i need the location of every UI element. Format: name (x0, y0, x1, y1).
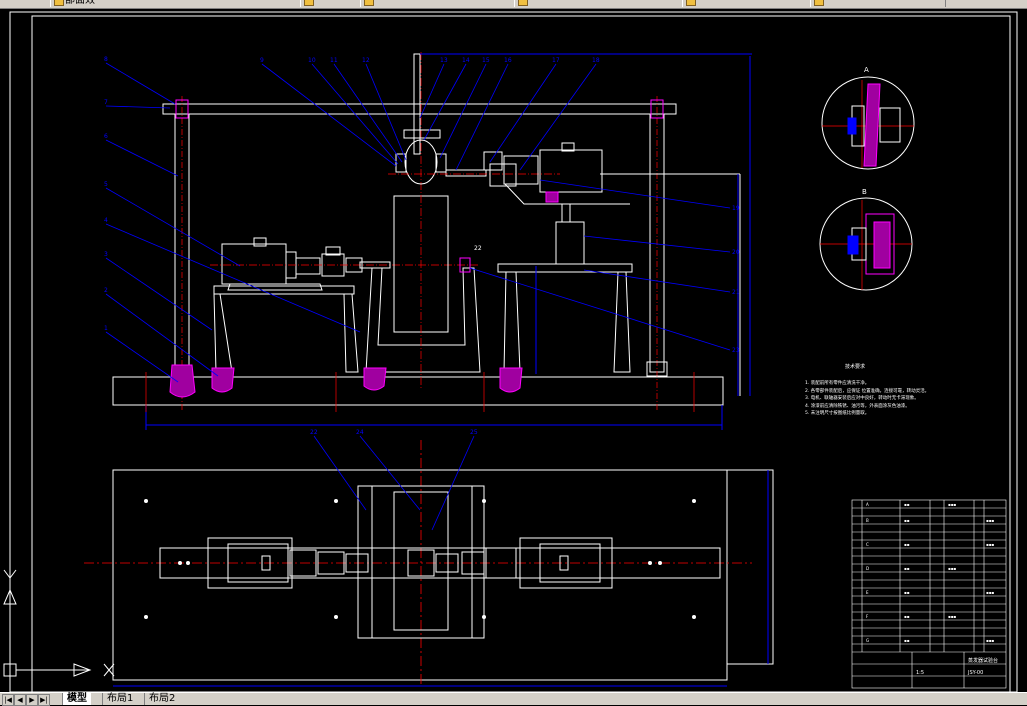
svg-text:▪▪▪: ▪▪▪ (948, 502, 956, 507)
plan-callout-22: 22 (310, 429, 318, 436)
document-tab-4[interactable] (514, 0, 690, 7)
file-icon (518, 0, 528, 6)
callout-1: 1 (104, 325, 108, 332)
document-tab-5[interactable] (682, 0, 818, 7)
svg-text:▪▪: ▪▪ (904, 638, 910, 643)
detail-view-a: A (821, 66, 915, 170)
callout-23: 23 (732, 347, 740, 354)
detail-b-label: B (862, 188, 867, 196)
svg-text:▪▪▪: ▪▪▪ (986, 590, 994, 595)
callout-14: 14 (462, 57, 470, 64)
callout-21: 21 (732, 289, 740, 296)
tech-line-4: 4. 涂漆前应清除铁锈、油污等，外表面涂灰色油漆。 (805, 403, 910, 409)
tab-layout2[interactable]: 布局2 (144, 693, 180, 705)
callout-4: 4 (104, 217, 108, 224)
file-icon (686, 0, 696, 6)
document-tab-bar: 部面效 (0, 0, 1027, 9)
svg-text:▪▪: ▪▪ (904, 502, 910, 507)
document-tab-2[interactable] (300, 0, 366, 7)
drawing-file-icon (54, 0, 64, 6)
ucs-icon (3, 566, 115, 677)
callout-16: 16 (504, 57, 512, 64)
svg-text:▪▪▪: ▪▪▪ (986, 542, 994, 547)
right-table-top (497, 263, 633, 273)
title-block-scale: 1:5 (916, 670, 924, 676)
last-layout-icon[interactable]: ▶| (38, 694, 50, 706)
callout-17: 17 (552, 57, 560, 64)
title-block-drawing-no: JSY-00 (967, 670, 983, 676)
file-icon (364, 0, 374, 6)
svg-text:G: G (866, 638, 869, 643)
svg-text:▪▪▪: ▪▪▪ (948, 614, 956, 619)
detail-view-b: B (819, 188, 913, 291)
svg-text:▪▪▪: ▪▪▪ (948, 566, 956, 571)
callout-3: 3 (104, 251, 108, 258)
callout-5: 5 (104, 181, 108, 188)
plan-callout-25: 25 (470, 429, 478, 436)
svg-text:D: D (866, 566, 869, 571)
svg-text:▪▪: ▪▪ (904, 542, 910, 547)
plan-callout-24: 24 (356, 429, 364, 436)
callout-15: 15 (482, 57, 490, 64)
center-foot (363, 367, 387, 391)
front-view (112, 52, 752, 430)
callout-19: 19 (732, 205, 740, 212)
tab-layout1[interactable]: 布局1 (102, 693, 138, 705)
callout-11: 11 (330, 57, 338, 64)
right-upper-motor (539, 149, 603, 193)
center-support-frame (365, 267, 481, 373)
tech-line-3: 3. 电机、联轴器安装后应对中良好，转动时无卡滞现象。 (805, 396, 919, 401)
sheet-inner-border (31, 15, 1011, 692)
layout-tab-bar: |◀ ◀ ▶ ▶| 模型 布局1 布局2 (0, 692, 1027, 706)
left-motor (221, 243, 287, 285)
svg-text:F: F (866, 614, 869, 619)
callout-22: 22 (474, 245, 482, 252)
svg-text:▪▪: ▪▪ (904, 566, 910, 571)
prev-layout-icon[interactable]: ◀ (14, 694, 26, 706)
tech-line-2: 2. 各零部件装配后，应保证 位置准确，连接可靠，转动灵活。 (805, 388, 930, 394)
callout-12: 12 (362, 57, 370, 64)
callout-13: 13 (440, 57, 448, 64)
svg-text:E: E (866, 590, 869, 595)
svg-text:▪▪▪: ▪▪▪ (986, 518, 994, 523)
detail-a-label: A (864, 66, 869, 74)
callout-2: 2 (104, 287, 108, 294)
left-column-foot (169, 364, 196, 398)
right-table-foot (499, 367, 523, 393)
svg-text:▪▪: ▪▪ (904, 590, 910, 595)
left-table-foot (211, 367, 235, 393)
svg-text:A: A (866, 502, 869, 507)
tab-model[interactable]: 模型 (62, 693, 91, 705)
svg-text:▪▪▪: ▪▪▪ (986, 638, 994, 643)
file-icon (304, 0, 314, 6)
tech-line-1: 1. 装配前所有零件应清洗干净。 (805, 381, 870, 386)
callout-10: 10 (308, 57, 316, 64)
document-tab-1[interactable]: 部面效 (50, 0, 306, 7)
title-block-name: 蒸发器试验台 (968, 657, 998, 664)
plan-view (84, 440, 774, 687)
callout-18: 18 (592, 57, 600, 64)
svg-text:▪▪: ▪▪ (904, 518, 910, 523)
svg-text:B: B (866, 518, 869, 523)
tech-line-5: 5. 未注明尺寸按图纸比例量取。 (805, 411, 870, 416)
drawing-canvas[interactable]: 8 7 6 5 4 3 2 1 9 10 11 12 13 14 15 16 1… (0, 9, 1027, 692)
svg-text:C: C (866, 542, 869, 547)
document-tab-label: 部面效 (65, 0, 95, 6)
callout-7: 7 (104, 99, 108, 106)
callout-20: 20 (732, 249, 740, 256)
plan-base-plate (112, 469, 728, 681)
technical-requirements-title: 技术要求 (845, 364, 866, 370)
document-tab-6[interactable] (810, 0, 946, 7)
first-layout-icon[interactable]: |◀ (2, 694, 14, 706)
callout-9: 9 (260, 57, 264, 64)
technical-requirements: 技术要求 1. 装配前所有零件应清洗干净。 2. 各零部件装配后，应保证 位置准… (805, 364, 985, 418)
callout-6: 6 (104, 133, 108, 140)
front-view-leaders (105, 62, 731, 383)
callout-8: 8 (104, 56, 108, 63)
file-icon (814, 0, 824, 6)
next-layout-icon[interactable]: ▶ (26, 694, 38, 706)
document-tab-3[interactable] (360, 0, 526, 7)
base-plate (112, 376, 724, 406)
svg-text:▪▪: ▪▪ (904, 614, 910, 619)
